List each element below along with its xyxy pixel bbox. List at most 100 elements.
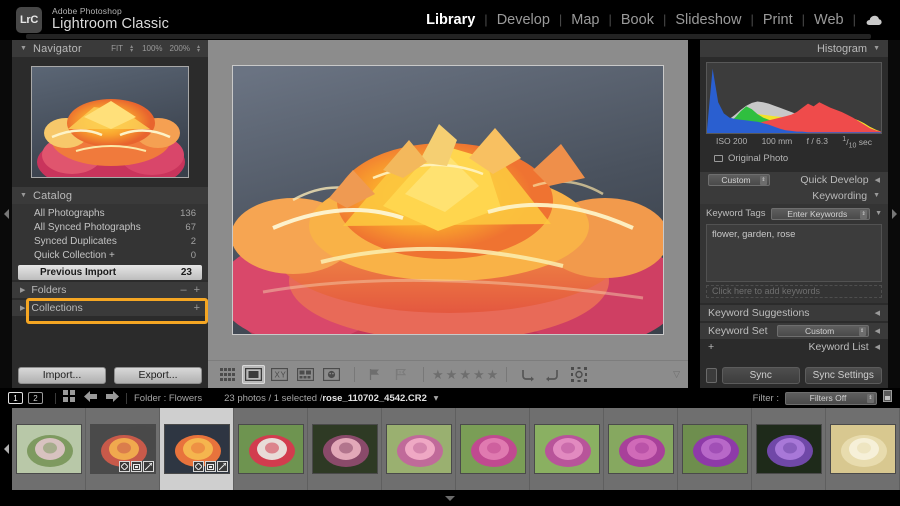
people-view-icon[interactable] [320, 365, 343, 384]
keyword-badge[interactable] [118, 461, 130, 472]
histogram-chart[interactable] [706, 62, 882, 134]
zoom-fit[interactable]: FIT [111, 44, 123, 53]
add-keywords-input[interactable]: Click here to add keywords [706, 284, 882, 298]
thumbnail-image [237, 424, 304, 474]
module-web[interactable]: Web [805, 9, 853, 31]
navigator-header[interactable]: ▼ Navigator FIT ▴ ▾ 100% 200% ▴ ▾ [12, 40, 208, 57]
keyword-input[interactable]: flower, garden, rose [706, 223, 882, 282]
keyword-set-header[interactable]: Keyword Set Custom ⇕ ◀ [700, 322, 888, 339]
filmstrip-thumb-violet-rose-dark[interactable] [752, 408, 826, 490]
module-slideshow[interactable]: Slideshow [666, 9, 750, 31]
module-print[interactable]: Print [754, 9, 802, 31]
monitor-1-button[interactable]: 1 [8, 392, 23, 404]
bottom-bar[interactable] [0, 490, 900, 506]
module-library[interactable]: Library [417, 9, 484, 31]
keyword-list-add-icon[interactable]: + [708, 341, 714, 353]
quick-develop-title: Quick Develop [800, 173, 869, 186]
sync-buttons: Sync Sync Settings [700, 362, 888, 388]
sync-settings-button[interactable]: Sync Settings [804, 366, 882, 384]
crop-badge[interactable] [142, 461, 154, 472]
filmstrip[interactable] [0, 408, 900, 490]
chevron-down-icon[interactable]: ▼ [875, 210, 882, 217]
keyword-list-header[interactable]: + Keyword List ◀ [700, 338, 888, 355]
catalog-header[interactable]: ▼ Catalog [12, 187, 208, 204]
filmstrip-thumb-red-white-rose[interactable] [234, 408, 308, 490]
folders-header[interactable]: ▶ Folders – + [12, 282, 208, 298]
right-panel-collapse-handle[interactable] [888, 40, 900, 388]
module-map[interactable]: Map [562, 9, 608, 31]
filmstrip-thumb-orange-rose-closeup[interactable] [160, 408, 234, 490]
catalog-item-synced-duplicates[interactable]: Synced Duplicates 2 [12, 234, 208, 248]
star-5[interactable]: ★ [487, 368, 499, 381]
survey-view-icon[interactable] [294, 365, 317, 384]
export-button[interactable]: Export... [114, 366, 202, 384]
zoom-200[interactable]: 200% [170, 44, 190, 53]
compare-view-icon[interactable]: X Y [268, 365, 291, 384]
module-develop[interactable]: Develop [488, 9, 559, 31]
filmstrip-thumb-purple-roses-cluster[interactable] [678, 408, 752, 490]
keyword-mode-dropdown[interactable]: Enter Keywords ⇕ [770, 207, 871, 220]
quick-develop-preset-dropdown[interactable]: Custom ⇕ [708, 173, 770, 186]
sync-toggle-icon[interactable] [706, 367, 717, 383]
filmstrip-thumb-two-pink-roses[interactable] [456, 408, 530, 490]
keyword-set-dropdown[interactable]: Custom ⇕ [776, 324, 869, 337]
folders-add-icon[interactable]: + [194, 284, 200, 296]
keyword-suggestions-header[interactable]: Keyword Suggestions ◀ [700, 304, 888, 321]
sync-button[interactable]: Sync [722, 366, 800, 384]
flag-reject-icon[interactable]: x [389, 365, 412, 384]
collections-add-icon[interactable]: + [194, 302, 200, 314]
navigator-thumbnail[interactable] [31, 66, 189, 178]
grid-view-icon[interactable] [216, 365, 239, 384]
catalog-item-quick-collection[interactable]: Quick Collection + 0 [12, 248, 208, 262]
collections-header[interactable]: ▶ Collections + [12, 300, 208, 316]
collection-badge[interactable] [130, 461, 142, 472]
module-book[interactable]: Book [612, 9, 663, 31]
zoom-100[interactable]: 100% [142, 44, 162, 53]
filmstrip-thumb-single-pink-rose[interactable] [530, 408, 604, 490]
star-2[interactable]: ★ [446, 368, 458, 381]
original-photo-row[interactable]: Original Photo [706, 150, 882, 168]
transform-icon[interactable] [567, 365, 590, 384]
original-photo-checkbox[interactable] [714, 154, 723, 162]
main-photo[interactable] [232, 65, 664, 335]
filmstrip-thumb-magenta-roses[interactable] [604, 408, 678, 490]
arrow-right-icon[interactable] [106, 389, 119, 407]
loupe-view-icon[interactable] [242, 365, 265, 384]
rating-stars[interactable]: ★ ★ ★ ★ ★ [432, 368, 498, 381]
zoom-fit-stepper-icon[interactable]: ▴ ▾ [130, 44, 135, 54]
flag-pick-icon[interactable] [363, 365, 386, 384]
filmstrip-thumb-cream-white-rose[interactable] [826, 408, 900, 490]
star-3[interactable]: ★ [459, 368, 471, 381]
cloud-icon[interactable] [856, 14, 886, 26]
filmstrip-thumb-orange-rose-stem[interactable] [86, 408, 160, 490]
keywording-panel: Keyword Tags Enter Keywords ⇕ ▼ flower, g… [700, 203, 888, 303]
histogram-header[interactable]: Histogram ▼ [700, 40, 888, 57]
filmstrip-thumb-pink-rose-dark[interactable] [308, 408, 382, 490]
star-1[interactable]: ★ [432, 368, 444, 381]
collection-badge[interactable] [204, 461, 216, 472]
grid-icon[interactable] [63, 389, 75, 407]
left-panel-collapse-handle[interactable] [0, 40, 12, 388]
keywording-header[interactable]: Keywording ▼ [700, 187, 888, 204]
zoom-level-stepper-icon[interactable]: ▴ ▾ [197, 44, 202, 54]
crop-badge[interactable] [216, 461, 228, 472]
star-4[interactable]: ★ [473, 368, 485, 381]
keyword-badge[interactable] [192, 461, 204, 472]
quick-develop-header[interactable]: Custom ⇕ Quick Develop ◀ [700, 171, 888, 188]
filmstrip-thumb-pink-rose-bokeh[interactable] [382, 408, 456, 490]
folders-remove-icon[interactable]: – [180, 284, 186, 296]
catalog-item-all-synced-photographs[interactable]: All Synced Photographs 67 [12, 220, 208, 234]
filmstrip-left-arrow[interactable] [0, 408, 12, 490]
arrow-left-icon[interactable] [84, 389, 97, 407]
monitor-2-button[interactable]: 2 [28, 392, 43, 404]
import-button[interactable]: Import... [18, 366, 106, 384]
rotate-right-icon[interactable] [541, 365, 564, 384]
filmstrip-thumb-pale-pink-rose[interactable] [12, 408, 86, 490]
filter-dropdown[interactable]: Filters Off ⇕ [785, 391, 877, 405]
filter-panel-toggle-icon[interactable] [883, 389, 892, 407]
app-logo-icon: LrC [16, 7, 42, 33]
catalog-item-all-photographs[interactable]: All Photographs 136 [12, 206, 208, 220]
toolbar-chevron-down-icon[interactable]: ▽ [673, 369, 680, 380]
rotate-left-icon[interactable] [515, 365, 538, 384]
catalog-item-previous-import[interactable]: Previous Import 23 [18, 265, 202, 280]
